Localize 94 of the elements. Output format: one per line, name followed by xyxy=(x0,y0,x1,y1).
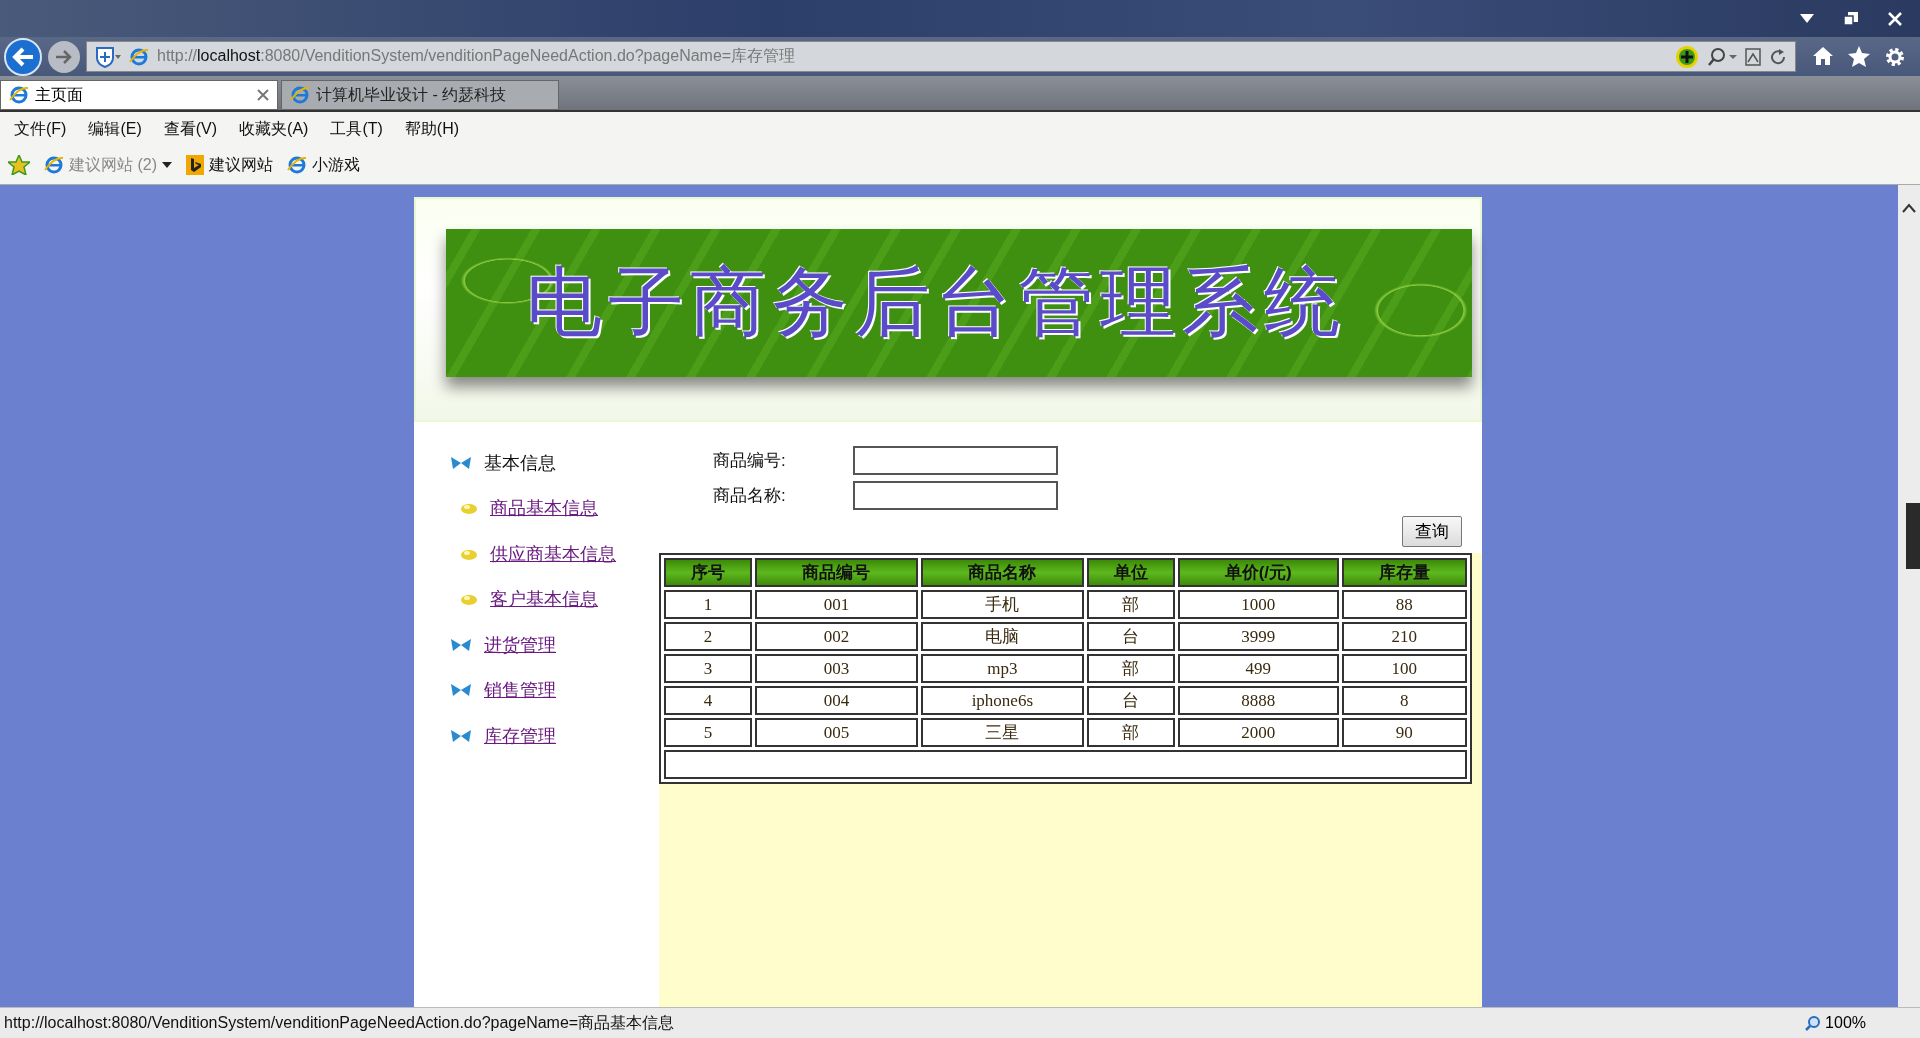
back-button[interactable] xyxy=(4,37,42,76)
arrow-left-icon xyxy=(11,45,35,68)
search-button[interactable]: 查询 xyxy=(1402,516,1462,547)
banner-title: 电子商务后台管理系统 xyxy=(526,255,1346,348)
status-url: http://localhost:8080/VenditionSystem/venditionPageNeedAction.do?pageName=商品基本信息 xyxy=(4,1012,676,1033)
bow-icon xyxy=(450,727,472,744)
home-icon[interactable] xyxy=(1812,45,1834,66)
table-cell: 1000 xyxy=(1177,590,1339,619)
shield-icon xyxy=(95,45,121,68)
plus-circle-icon[interactable] xyxy=(1675,44,1699,69)
address-bar[interactable]: http://localhost:8080/VenditionSystem/venditionPageNeedAction.do?pageName=库存管理 xyxy=(86,41,1796,72)
dropdown-icon[interactable] xyxy=(1800,13,1814,24)
table-cell: 002 xyxy=(755,622,918,651)
zoom-level[interactable]: 100% xyxy=(1805,1014,1916,1032)
table-cell: 台 xyxy=(1086,622,1175,651)
column-header: 商品编号 xyxy=(755,558,918,587)
menu-item[interactable]: 文件(F) xyxy=(14,118,67,140)
table-cell: mp3 xyxy=(920,654,1084,683)
column-header: 单价(/元) xyxy=(1177,558,1339,587)
bow-icon xyxy=(450,636,472,653)
bow-icon xyxy=(450,454,472,471)
arrow-right-icon xyxy=(55,48,73,65)
field-label: 商品编号: xyxy=(713,450,787,472)
table-cell: 部 xyxy=(1086,590,1175,619)
page-icon xyxy=(290,85,310,105)
table-cell: 3999 xyxy=(1177,622,1339,651)
restore-icon[interactable] xyxy=(1844,11,1858,26)
scroll-up-icon[interactable] xyxy=(1902,203,1916,213)
table-cell: 2000 xyxy=(1177,718,1339,747)
refresh-icon[interactable] xyxy=(1769,47,1787,66)
table-cell: 001 xyxy=(755,590,918,619)
field-label: 商品名称: xyxy=(713,485,787,507)
table-cell: 8888 xyxy=(1177,686,1339,715)
table-cell: 手机 xyxy=(920,590,1084,619)
favorites-link[interactable]: 小游戏 xyxy=(287,154,360,176)
magnifier-icon xyxy=(1805,1015,1822,1031)
table-cell: 8 xyxy=(1341,686,1467,715)
caret-icon xyxy=(162,162,172,168)
input-field[interactable] xyxy=(853,481,1058,510)
table-cell: 003 xyxy=(755,654,918,683)
table-cell: 004 xyxy=(755,686,918,715)
nav-link[interactable]: 销售管理 xyxy=(484,678,556,703)
page-icon xyxy=(129,46,149,67)
menu-item[interactable]: 编辑(E) xyxy=(88,118,142,140)
input-field[interactable] xyxy=(853,446,1058,475)
page-icon xyxy=(44,155,64,175)
bullet-icon xyxy=(458,592,478,607)
table-cell: 5 xyxy=(664,718,753,747)
menu-item[interactable]: 查看(V) xyxy=(163,118,218,140)
table-cell: 部 xyxy=(1086,718,1175,747)
table-cell: 4 xyxy=(664,686,753,715)
table-cell: 210 xyxy=(1341,622,1467,651)
bow-icon xyxy=(450,682,472,699)
table-cell: 台 xyxy=(1086,686,1175,715)
b-logo-icon xyxy=(186,155,204,175)
column-header: 序号 xyxy=(664,558,753,587)
bullet-icon xyxy=(458,501,478,516)
table-cell: 499 xyxy=(1177,654,1339,683)
nav-link[interactable]: 商品基本信息 xyxy=(490,496,598,521)
table-cell: 2 xyxy=(664,622,753,651)
table-cell: 电脑 xyxy=(920,622,1084,651)
scrollbar[interactable] xyxy=(1898,185,1920,1007)
table-cell: 88 xyxy=(1341,590,1467,619)
menu-item[interactable]: 收藏夹(A) xyxy=(239,118,309,140)
table-cell: 90 xyxy=(1341,718,1467,747)
nav-heading: 基本信息 xyxy=(484,451,556,475)
column-header: 库存量 xyxy=(1341,558,1467,587)
table-cell: 部 xyxy=(1086,654,1175,683)
favorites-star-icon[interactable] xyxy=(8,155,30,175)
nav-link[interactable]: 进货管理 xyxy=(484,632,556,657)
favorites-link[interactable]: 建议网站 xyxy=(186,154,273,176)
menu-item[interactable]: 工具(T) xyxy=(330,118,383,140)
browser-tab[interactable]: 主页面 xyxy=(0,80,278,110)
column-header: 单位 xyxy=(1086,558,1175,587)
nav-link[interactable]: 库存管理 xyxy=(484,723,556,748)
nav-link[interactable]: 供应商基本信息 xyxy=(490,541,616,566)
table-cell: 1 xyxy=(664,590,753,619)
table-cell: 005 xyxy=(755,718,918,747)
search-icon[interactable] xyxy=(1707,46,1737,67)
table-cell: 100 xyxy=(1341,654,1467,683)
scroll-thumb[interactable] xyxy=(1906,503,1920,569)
table-cell: iphone6s xyxy=(920,686,1084,715)
column-header: 商品名称 xyxy=(920,558,1084,587)
star-icon[interactable] xyxy=(1848,45,1870,67)
table-cell: 3 xyxy=(664,654,753,683)
table-cell: 三星 xyxy=(920,718,1084,747)
page-icon xyxy=(9,85,29,105)
page-icon xyxy=(287,155,307,175)
forward-button[interactable] xyxy=(48,40,80,73)
menu-item[interactable]: 帮助(H) xyxy=(404,118,460,140)
url-text: http://localhost:8080/VenditionSystem/venditionPageNeedAction.do?pageName=库存管理 xyxy=(157,46,797,66)
browser-tab[interactable]: 计算机毕业设计 - 约瑟科技 xyxy=(281,80,559,110)
nav-link[interactable]: 客户基本信息 xyxy=(490,587,598,612)
settings-icon[interactable] xyxy=(1884,45,1906,68)
